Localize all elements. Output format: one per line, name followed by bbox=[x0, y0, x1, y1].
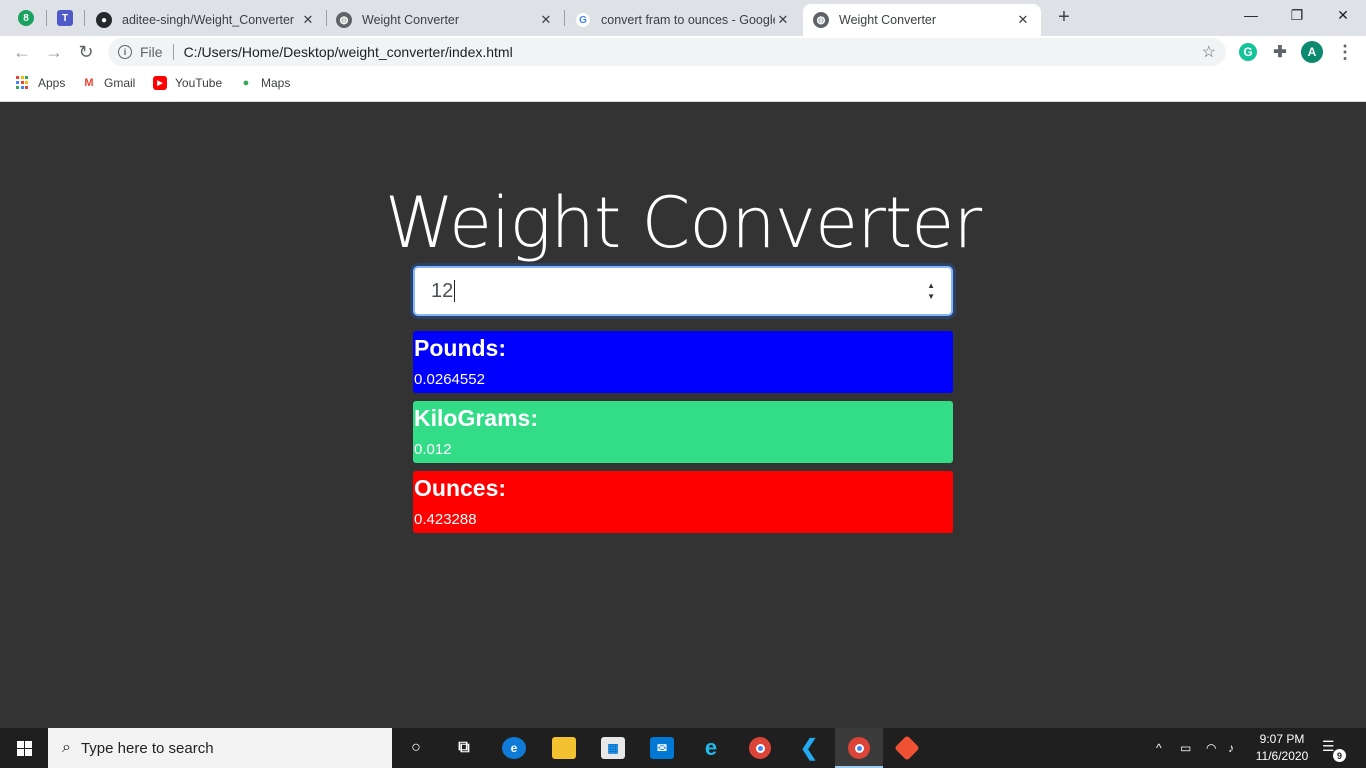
pinned-tab-badge[interactable]: 8 bbox=[14, 6, 38, 30]
tab-title: convert fram to ounces - Google bbox=[601, 13, 775, 27]
notification-count-badge: 9 bbox=[1333, 749, 1346, 762]
bookmark-apps[interactable]: Apps bbox=[16, 76, 65, 90]
forward-button[interactable]: → bbox=[42, 40, 66, 64]
browser-tabstrip: 8 T ● aditee-singh/Weight_Converter ✕ ◍ … bbox=[0, 0, 1366, 36]
profile-avatar[interactable]: A bbox=[1301, 41, 1323, 63]
git-icon[interactable] bbox=[891, 732, 923, 764]
volume-icon[interactable]: ♪ bbox=[1228, 728, 1234, 768]
pounds-label: Pounds: bbox=[414, 335, 506, 361]
task-view-icon[interactable]: ⧉ bbox=[448, 732, 480, 764]
reload-button[interactable]: ↻ bbox=[74, 40, 98, 64]
tab-separator bbox=[84, 10, 85, 26]
globe-icon: ◍ bbox=[336, 12, 352, 28]
edge-icon[interactable]: e bbox=[498, 732, 530, 764]
tab-weight-converter-1[interactable]: ◍ Weight Converter ✕ bbox=[326, 4, 564, 36]
pinned-tab-teams[interactable]: T bbox=[53, 6, 77, 30]
windows-taskbar: ⌕ Type here to search ○ ⧉ e ▦ ✉ e ❮ ^ ▭ … bbox=[0, 728, 1366, 768]
page-content: Weight Converter 12 ▲ ▼ Pounds: 0.026455… bbox=[0, 103, 1366, 728]
ounces-result-card: Ounces: 0.423288 bbox=[413, 471, 953, 533]
gmail-icon: M bbox=[84, 77, 94, 89]
bookmark-maps[interactable]: ● Maps bbox=[239, 76, 291, 90]
page-title: Weight Converter bbox=[384, 182, 982, 264]
spin-up-icon[interactable]: ▲ bbox=[927, 280, 935, 291]
restore-button[interactable]: ❐ bbox=[1274, 0, 1320, 30]
menu-kebab-icon[interactable]: ⋮ bbox=[1334, 41, 1356, 63]
github-icon: ● bbox=[96, 12, 112, 28]
mail-icon[interactable]: ✉ bbox=[646, 732, 678, 764]
apps-grid-icon bbox=[16, 76, 30, 90]
search-icon: ⌕ bbox=[62, 739, 71, 756]
tab-separator bbox=[46, 10, 47, 26]
search-placeholder: Type here to search bbox=[80, 739, 214, 757]
scheme-label: File bbox=[140, 44, 163, 60]
tray-chevron-icon[interactable]: ^ bbox=[1156, 728, 1162, 768]
youtube-icon: ▶ bbox=[153, 76, 167, 90]
chrome-icon[interactable] bbox=[744, 732, 776, 764]
windows-logo-icon bbox=[16, 740, 32, 756]
internet-explorer-icon[interactable]: e bbox=[695, 732, 727, 764]
browser-toolbar: ← → ↻ i File C:/Users/Home/Desktop/weigh… bbox=[0, 36, 1366, 68]
omnibox-divider bbox=[172, 44, 174, 60]
input-value: 12 bbox=[431, 279, 454, 302]
extensions-icon[interactable]: ✚ bbox=[1269, 41, 1291, 63]
number-spinner[interactable]: ▲ ▼ bbox=[927, 280, 935, 302]
close-tab-icon[interactable]: ✕ bbox=[775, 12, 791, 28]
minimize-button[interactable]: — bbox=[1228, 0, 1274, 30]
cortana-icon[interactable]: ○ bbox=[400, 732, 432, 764]
maps-pin-icon: ● bbox=[242, 77, 250, 89]
chrome-profile-icon[interactable] bbox=[835, 728, 883, 768]
kilograms-label: KiloGrams: bbox=[414, 405, 538, 431]
clock-date: 11/6/2020 bbox=[1255, 749, 1309, 763]
close-tab-icon[interactable]: ✕ bbox=[1015, 12, 1031, 28]
bookmark-star-icon[interactable]: ☆ bbox=[1202, 42, 1216, 62]
pounds-value: 0.0264552 bbox=[414, 371, 485, 388]
bookmarks-bar: Apps M Gmail ▶ YouTube ● Maps bbox=[0, 68, 1366, 102]
tab-title: Weight Converter bbox=[839, 13, 937, 27]
kilograms-value: 0.012 bbox=[414, 441, 452, 458]
text-caret bbox=[454, 280, 456, 302]
store-icon[interactable]: ▦ bbox=[597, 732, 629, 764]
pounds-result-card: Pounds: 0.0264552 bbox=[413, 331, 953, 393]
teams-icon: T bbox=[57, 10, 73, 26]
close-tab-icon[interactable]: ✕ bbox=[538, 12, 554, 28]
taskbar-clock[interactable]: 9:07 PM 11/6/2020 bbox=[1250, 731, 1314, 765]
grams-number-input[interactable]: 12 ▲ ▼ bbox=[413, 266, 953, 316]
bookmark-youtube[interactable]: ▶ YouTube bbox=[153, 76, 222, 90]
bookmark-label: Gmail bbox=[104, 76, 136, 90]
bookmark-label: Apps bbox=[38, 76, 66, 90]
vscode-icon[interactable]: ❮ bbox=[793, 732, 825, 764]
spin-down-icon[interactable]: ▼ bbox=[927, 291, 935, 302]
bookmark-label: YouTube bbox=[175, 76, 223, 90]
ounces-value: 0.423288 bbox=[414, 511, 477, 528]
tab-weight-converter-active[interactable]: ◍ Weight Converter ✕ bbox=[803, 4, 1041, 36]
tab-google-search[interactable]: G convert fram to ounces - Google ✕ bbox=[565, 4, 801, 36]
tab-github[interactable]: ● aditee-singh/Weight_Converter ✕ bbox=[86, 4, 326, 36]
grammarly-icon[interactable]: G bbox=[1239, 43, 1257, 61]
tab-title: aditee-singh/Weight_Converter bbox=[122, 13, 295, 27]
wifi-icon[interactable]: ◠ bbox=[1206, 728, 1216, 768]
url-text[interactable]: C:/Users/Home/Desktop/weight_converter/i… bbox=[184, 44, 513, 60]
new-tab-button[interactable]: + bbox=[1053, 6, 1075, 28]
google-icon: G bbox=[575, 12, 591, 28]
start-button[interactable] bbox=[0, 728, 48, 768]
notification-center-icon[interactable]: ☰ 9 bbox=[1322, 738, 1346, 762]
bookmark-gmail[interactable]: M Gmail bbox=[82, 76, 135, 90]
badge-icon: 8 bbox=[18, 10, 34, 26]
info-icon[interactable]: i bbox=[118, 45, 132, 59]
kilograms-result-card: KiloGrams: 0.012 bbox=[413, 401, 953, 463]
close-tab-icon[interactable]: ✕ bbox=[300, 12, 316, 28]
globe-icon: ◍ bbox=[813, 12, 829, 28]
taskbar-search-box[interactable]: ⌕ Type here to search bbox=[48, 728, 392, 768]
file-explorer-icon[interactable] bbox=[548, 732, 580, 764]
bookmark-label: Maps bbox=[261, 76, 291, 90]
address-bar[interactable]: i File C:/Users/Home/Desktop/weight_conv… bbox=[108, 38, 1226, 66]
clock-time: 9:07 PM bbox=[1259, 732, 1305, 746]
back-button[interactable]: ← bbox=[10, 40, 34, 64]
battery-icon[interactable]: ▭ bbox=[1180, 728, 1191, 768]
close-window-button[interactable]: ✕ bbox=[1320, 0, 1366, 30]
ounces-label: Ounces: bbox=[414, 475, 507, 501]
tab-title: Weight Converter bbox=[362, 13, 460, 27]
